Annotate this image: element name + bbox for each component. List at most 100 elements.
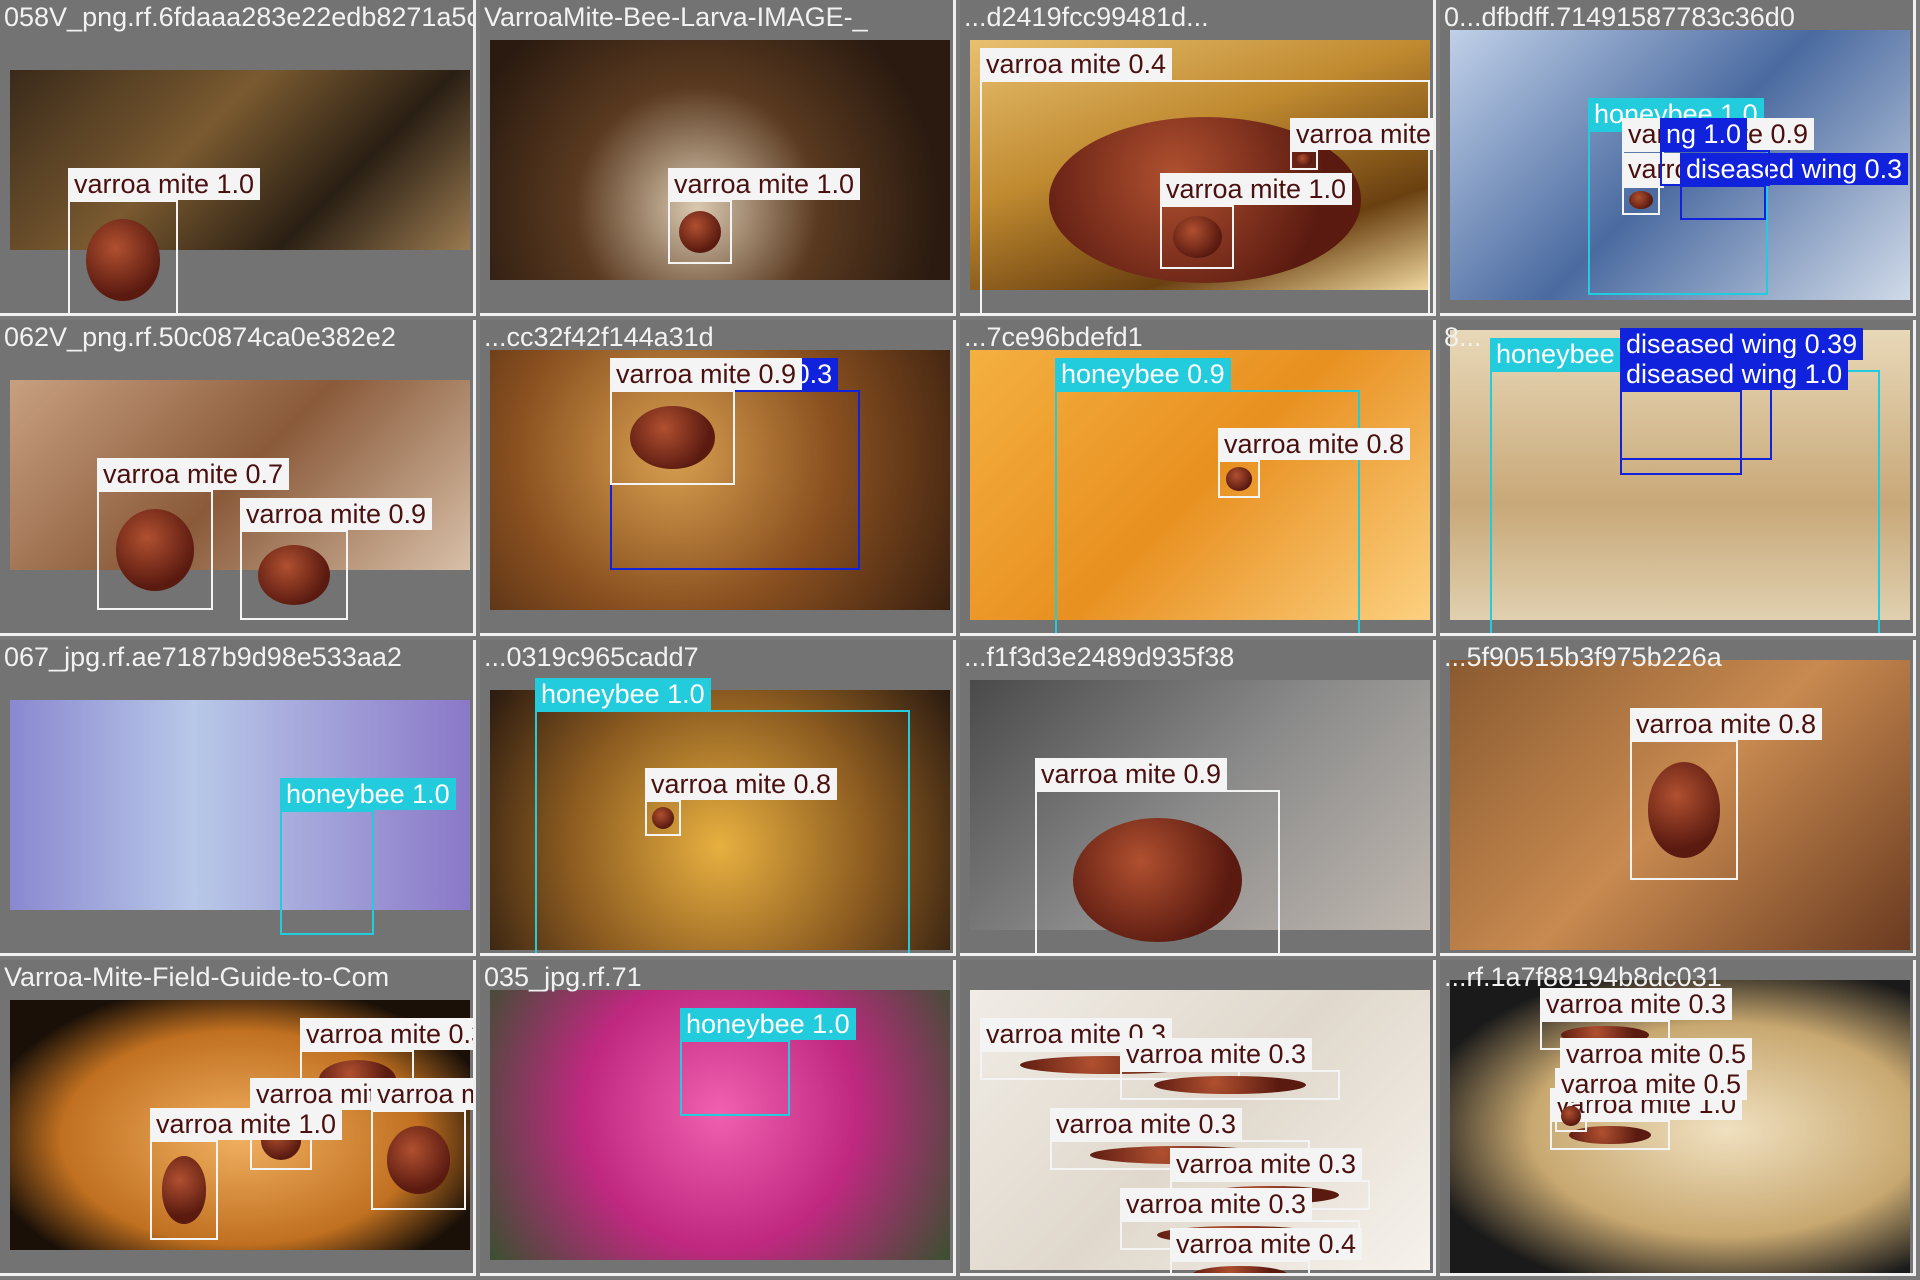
varroa-mite-detection-box: varroa mite 1.0 <box>68 168 261 313</box>
image-filename: ...7ce96bdefd1 <box>964 322 1143 352</box>
result-tile: ...7ce96bdefd1 honeybee 0.9 varroa mite 0.… <box>960 320 1436 636</box>
detection-label: varroa mite 0.3 <box>300 1018 473 1050</box>
result-tile: Varroa-Mite-Field-Guide-to-Com varroa mit… <box>0 960 476 1276</box>
result-tile: varroa mite 0.3 varroa mite 0.3 varroa mit… <box>960 960 1436 1276</box>
detection-label: honeybee 1.0 <box>280 778 456 810</box>
result-tile: 8... honeybee diseased wing 0.39 diseased w… <box>1440 320 1916 636</box>
mite-shape <box>1073 818 1242 942</box>
result-tile: ...cc32f42f144a31ddiseased wing 0.3varro… <box>480 320 956 636</box>
detection-label: varroa mite 0.9 <box>240 498 433 530</box>
result-tile: ...rf.1a7f88194b8dc031 varroa mite 0.3 var… <box>1440 960 1916 1276</box>
image-filename: 062V_png.rf.50c0874ca0e382e2 <box>4 322 396 352</box>
detection-label: honeybee <box>1490 338 1621 370</box>
result-tile: ...d2419fcc99481d... varroa mite 0.4 varro… <box>960 0 1436 316</box>
diseased-wing-detection-box: diseased wing 0.3 <box>1680 153 1909 220</box>
mite-shape <box>1192 1265 1288 1273</box>
image-filename: 067_jpg.rf.ae7187b9d98e533aa2 <box>4 642 402 672</box>
result-tile: 058V_png.rf.6fdaaa283e22edb8271a5c6M1-Be… <box>0 0 476 316</box>
detection-label: varroa mite 0.5 <box>1555 1068 1748 1100</box>
image-filename: ...0319c965cadd7 <box>484 642 699 672</box>
detection-label: honeybee 1.0 <box>680 1008 856 1040</box>
detection-label: varroa mite 1.0 <box>68 168 261 200</box>
detection-label: varroa mite 0.9 <box>610 358 803 390</box>
result-tile: 067_jpg.rf.ae7187b9d98e533aa2 honeybee 1.… <box>0 640 476 956</box>
detection-label: varroa mite 0.9 <box>1035 758 1228 790</box>
image-filename: ...5f90515b3f975b226a <box>1444 642 1722 672</box>
varroa-mite-detection-box: varroa mite 0.9 <box>1035 758 1280 953</box>
detection-label: varroa mite 0.6 <box>1290 118 1433 150</box>
mite-shape <box>115 509 195 591</box>
mite-shape <box>679 211 721 253</box>
diseased-wing-detection-box: ng 1.0 <box>1660 118 1770 186</box>
detection-label: varroa mite 0.3 <box>1050 1108 1243 1140</box>
result-tile: ...f1f3d3e2489d935f38 varroa mite 0.9 <box>960 640 1436 956</box>
mite-shape <box>1172 216 1222 258</box>
mite-shape <box>386 1126 451 1194</box>
varroa-mite-detection-box: varroa mite 0.5 <box>1555 1068 1748 1132</box>
honeybee-detection-box: honeybee 1.0 <box>680 1008 856 1116</box>
varroa-mite-detection-box: varroa mite 0.9 <box>610 358 803 485</box>
image-filename: 8... <box>1444 322 1482 352</box>
detection-label: varroa mite 0.3 <box>1170 1148 1363 1180</box>
varroa-mite-detection-box: varroa mite 0.9 <box>240 498 433 620</box>
image-filename: ...f1f3d3e2489d935f38 <box>964 642 1235 672</box>
detection-label: ng 1.0 <box>1660 118 1748 150</box>
mite-shape <box>630 405 715 470</box>
result-tile: 0...dfbdff.71491587783c36d0honeybee 1.0v… <box>1440 0 1916 316</box>
detection-label: diseased wing 0.39 <box>1620 328 1864 360</box>
varroa-mite-detection-box: varroa mite 0.6 <box>1290 118 1433 170</box>
honeybee-detection-box: honeybee 1.0 <box>280 778 456 935</box>
diseased-wing-detection-box: diseased wing 1.0 <box>1620 358 1849 475</box>
detection-label: varroa mite 0.3 <box>1540 988 1733 1020</box>
mite-shape <box>1225 467 1253 491</box>
image-filename: Varroa-Mite-Field-Guide-to-Com <box>4 962 390 992</box>
result-tile: VarroaMite-Bee-Larva-IMAGE-_ varroa mite … <box>480 0 956 316</box>
mite-shape <box>1629 190 1653 210</box>
result-tile: 062V_png.rf.50c0874ca0e382e2varroa mite … <box>0 320 476 636</box>
varroa-mite-detection-box: varroa mite 1.0 <box>1160 173 1353 269</box>
mite-shape <box>1647 762 1721 858</box>
varroa-mite-detection-box: varroa mite 0.3 <box>1120 1038 1340 1100</box>
mite-shape <box>161 1156 207 1224</box>
detection-label: varroa mite 0.7 <box>97 458 290 490</box>
detection-label: varroa mite 0.9 <box>371 1078 473 1110</box>
detection-label: varroa mite 1.0 <box>668 168 861 200</box>
honeybee-detection-box: honeybee 0.9 <box>1055 358 1360 633</box>
mite-shape <box>1295 154 1313 166</box>
detection-label: varroa mite 0.4 <box>980 48 1173 80</box>
varroa-mite-detection-box: varroa mite 0.8 <box>1218 428 1411 498</box>
image-filename: ...cc32f42f144a31d <box>484 322 714 352</box>
result-tile: ...5f90515b3f975b226a varroa mite 0.8 <box>1440 640 1916 956</box>
detection-label: varroa mite 0.8 <box>645 768 838 800</box>
detection-label: varroa mite 0.5 <box>1560 1038 1753 1070</box>
detection-label: honeybee 1.0 <box>535 678 711 710</box>
varroa-mite-detection-box: varroa mite 0.8 <box>1630 708 1823 880</box>
result-tile: 035_jpg.rf.71 honeybee 1.0 <box>480 960 956 1276</box>
varroa-mite-detection-box: varroa mite 0.9 <box>371 1078 473 1210</box>
detection-label: varroa mite 0.8 <box>1630 708 1823 740</box>
detection-label: varroa mite 0.3 <box>1120 1038 1313 1070</box>
image-filename: 035_jpg.rf.71 <box>484 962 642 992</box>
mite-shape <box>85 219 161 301</box>
image-filename: ...d2419fcc99481d... <box>964 2 1209 32</box>
detection-label: varroa mite 1.0 <box>1160 173 1353 205</box>
detection-label: varroa mite 0.3 <box>1120 1188 1313 1220</box>
detection-results-grid: 058V_png.rf.6fdaaa283e22edb8271a5c6M1-Be… <box>0 0 1920 1280</box>
mite-shape <box>1561 1106 1581 1126</box>
result-tile: ...0319c965cadd7 honeybee 1.0 varroa mite … <box>480 640 956 956</box>
detection-label: diseased wing 1.0 <box>1620 358 1849 390</box>
varroa-mite-detection-box: varroa mite 0.4 <box>1170 1228 1363 1273</box>
honeybee-detection-box: honeybee 1.0 <box>535 678 910 953</box>
mite-shape <box>1154 1075 1306 1095</box>
varroa-mite-detection-box: varroa mite 1.0 <box>668 168 861 264</box>
varroa-mite-detection-box: varroa mite 0.9 <box>1622 153 1815 215</box>
detection-label: varroa mite 1.0 <box>150 1108 343 1140</box>
detection-label: varroa mite 0.8 <box>1218 428 1411 460</box>
mite-shape <box>257 544 331 606</box>
image-filename: 0...dfbdff.71491587783c36d0 <box>1444 2 1795 32</box>
image-filename: 058V_png.rf.6fdaaa283e22edb8271a5c6M1-Be… <box>4 2 473 32</box>
varroa-mite-detection-box: varroa mite 0.8 <box>645 768 838 836</box>
detection-label: varroa mite 0.4 <box>1170 1228 1363 1260</box>
varroa-mite-detection-box: varroa mite 1.0 <box>150 1108 343 1240</box>
varroa-mite-detection-box: varroa mite 0.7 <box>97 458 290 610</box>
